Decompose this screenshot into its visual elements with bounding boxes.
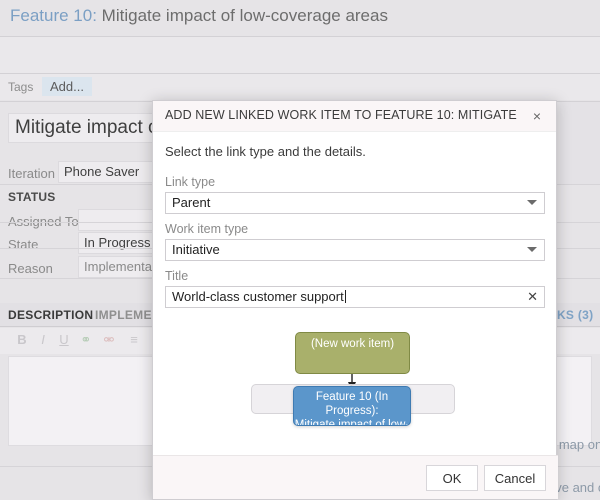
clear-icon[interactable]: ✕ [527,289,538,305]
reason-label: Reason [8,261,53,276]
link-type-value: Parent [172,195,211,210]
title-value: World-class customer support [172,289,344,304]
chevron-down-icon [527,200,537,205]
underline-icon[interactable]: U [54,332,74,347]
dialog-title: ADD NEW LINKED WORK ITEM TO FEATURE 10: … [165,108,520,122]
remove-link-icon[interactable]: ⚮ [99,332,119,348]
dialog-footer: OK Cancel [153,455,558,499]
chevron-down-icon [527,247,537,252]
current-node-line1: Feature 10 (In Progress): [315,391,389,417]
link-preview-diagram: (New work item) Feature 10 (In Progress)… [153,330,558,438]
bold-icon[interactable]: B [12,332,32,347]
insert-link-icon[interactable]: ⚭ [76,332,96,348]
dialog-body: Select the link type and the details. Li… [153,132,558,493]
work-item-title-value: Mitigate impact o [15,117,159,138]
cancel-button[interactable]: Cancel [484,465,546,491]
page-title: Feature 10: Mitigate impact of low-cover… [10,6,388,26]
tab-description[interactable]: DESCRIPTION [8,308,93,322]
work-item-type-value: Initiative [172,242,220,257]
link-type-select[interactable]: Parent [165,192,545,214]
work-item-toolbar: ↻ ↶ ☑ ❐ [0,37,600,101]
bullet-list-icon[interactable]: ≡ [124,332,144,347]
status-section-heading: STATUS [8,190,56,204]
work-item-type-select[interactable]: Initiative [165,239,545,261]
title-label: Title [165,269,189,283]
tags-label: Tags [8,80,34,94]
text-caret [344,290,346,303]
italic-icon[interactable]: I [33,332,53,347]
add-linked-work-item-dialog: ADD NEW LINKED WORK ITEM TO FEATURE 10: … [152,100,558,500]
ok-button[interactable]: OK [426,465,478,491]
page-title-id: Feature 10: [10,6,97,25]
work-item-header: Feature 10: Mitigate impact of low-cover… [0,0,600,36]
current-node-line2: Mitigate impact of low- [294,419,410,426]
state-label: State [8,237,39,252]
tags-add-button[interactable]: Add... [42,77,92,96]
current-work-item-node: Feature 10 (In Progress): Mitigate impac… [293,386,411,426]
work-item-type-label: Work item type [165,222,249,236]
title-input[interactable]: World-class customer support ✕ [165,286,545,308]
close-icon[interactable]: × [528,107,546,125]
tab-implementation[interactable]: IMPLEMEN [95,308,161,322]
side-panel-block [560,102,600,184]
dialog-titlebar: ADD NEW LINKED WORK ITEM TO FEATURE 10: … [153,101,556,132]
dialog-instruction: Select the link type and the details. [165,144,366,159]
iteration-label: Iteration [8,166,55,181]
link-type-label: Link type [165,175,216,189]
page-title-text: Mitigate impact of low-coverage areas [96,6,388,25]
